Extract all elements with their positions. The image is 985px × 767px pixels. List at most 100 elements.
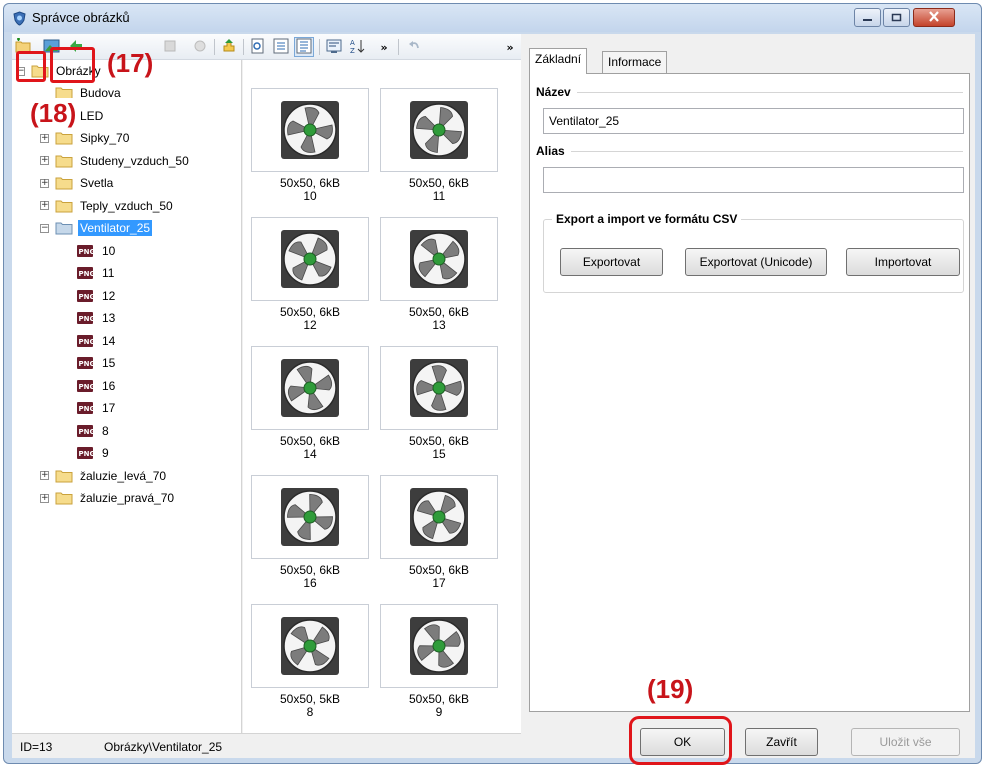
export-button[interactable]: Exportovat [560,248,663,276]
tree-folder-node[interactable]: + Studeny_vzduch_50 [40,151,191,171]
svg-text:PNG: PNG [79,360,95,368]
close-window-button[interactable] [913,8,955,27]
tree-file-node[interactable]: PNG 17 [76,398,117,418]
image-thumbnail[interactable]: 50x50, 6kB 13 [380,217,498,332]
expand-icon[interactable]: + [40,133,49,143]
minimize-button[interactable] [854,8,881,27]
tree-folder-node[interactable]: − Ventilator_25 [40,218,153,238]
close-icon [928,10,940,25]
properties-button[interactable] [324,37,344,57]
window-title: Správce obrázků [32,10,130,25]
title-bar[interactable]: Správce obrázků [4,4,981,32]
tree-file-node[interactable]: PNG 9 [76,443,111,463]
image-thumbnail[interactable]: 50x50, 5kB 8 [251,604,369,719]
tree-folder-node[interactable]: + Teply_vzduch_50 [40,196,175,216]
tree-file-node[interactable]: PNG 16 [76,376,117,396]
expand-icon[interactable]: + [40,201,49,210]
png-file-icon: PNG [76,289,95,303]
tree-file-node[interactable]: PNG 14 [76,331,117,351]
fan-image [380,217,498,301]
tree-file-node[interactable]: PNG 8 [76,421,111,441]
tree-file-node[interactable]: PNG 13 [76,308,117,328]
tree-folder-node[interactable]: + Sipky_70 [40,128,131,148]
close-button[interactable]: Zavřít [745,728,818,756]
tree-node-label: Sipky_70 [80,131,130,145]
toolbar-separator [243,39,244,55]
thumbnail-name: 15 [432,447,446,461]
expand-icon[interactable]: + [40,493,49,503]
svg-text:Z: Z [350,47,355,54]
folder-tree[interactable]: − Obrázky +Budova+LED+Sipky_70+Studeny_v… [12,60,242,733]
image-thumbnail[interactable]: 50x50, 6kB 14 [251,346,369,461]
svg-text:PNG: PNG [79,383,95,391]
tree-file-node[interactable]: PNG 10 [76,241,117,261]
svg-text:PNG: PNG [79,315,95,323]
collapse-icon[interactable]: − [40,223,49,233]
thumbnail-caption: 50x50, 6kB 9 [380,693,498,719]
tab-basic-label: Základní [535,52,582,66]
disabled-button-1[interactable] [160,37,180,57]
properties-icon [326,38,342,57]
image-thumbnail[interactable]: 50x50, 6kB 15 [380,346,498,461]
callout-18-label: (18) [30,98,77,129]
tree-folder-node[interactable]: + žaluzie_pravá_70 [40,488,176,508]
preview-button[interactable] [248,37,268,57]
name-label: Název [536,85,577,99]
tree-node-label: 17 [102,401,116,415]
svg-text:PNG: PNG [79,405,95,413]
sort-button[interactable]: AZ [347,37,367,57]
expand-icon[interactable]: + [40,471,49,480]
name-separator [538,92,963,93]
svg-text:PNG: PNG [79,248,95,256]
image-thumbnail[interactable]: 50x50, 6kB 9 [380,604,498,719]
tree-folder-node[interactable]: + Svetla [40,173,115,193]
thumbnail-name: 11 [432,189,446,203]
thumbnail-name: 13 [432,318,446,332]
thumbnail-caption: 50x50, 5kB 8 [251,693,369,719]
name-input-value: Ventilator_25 [549,114,620,128]
callout-17-box-a [16,51,46,82]
png-file-icon: PNG [76,334,95,348]
expand-icon[interactable]: + [40,178,49,188]
import-button-label: Importovat [874,255,932,269]
svg-text:PNG: PNG [79,293,95,301]
disabled-button-2[interactable] [190,37,210,57]
export-unicode-button[interactable]: Exportovat (Unicode) [685,248,827,276]
detail-view-button[interactable] [294,37,314,57]
tree-file-node[interactable]: PNG 15 [76,353,117,373]
maximize-button[interactable] [883,8,910,27]
expand-icon[interactable]: + [40,156,49,165]
import-button[interactable]: Importovat [846,248,960,276]
undo-icon [406,38,422,57]
undo-button[interactable] [404,37,424,57]
png-file-icon: PNG [76,266,95,280]
image-thumbnail[interactable]: 50x50, 6kB 12 [251,217,369,332]
save-all-button[interactable]: Uložit vše [851,728,960,756]
disabled-icon [192,38,208,57]
list-view-button[interactable] [271,37,291,57]
svg-text:PNG: PNG [79,428,95,436]
tree-file-node[interactable]: PNG 11 [76,263,116,283]
image-thumbnail[interactable]: 50x50, 6kB 11 [380,88,498,203]
upload-button[interactable] [219,37,239,57]
fan-image [251,88,369,172]
folder-icon [55,154,73,168]
image-thumbnail[interactable]: 50x50, 6kB 16 [251,475,369,590]
csv-group-title: Export a import ve formátu CSV [552,212,742,226]
png-file-icon: PNG [76,311,95,325]
alias-input[interactable] [543,167,964,193]
tree-node-label: 14 [102,333,116,348]
image-thumbnail[interactable]: 50x50, 6kB 10 [251,88,369,203]
tree-node-label: 13 [102,311,116,325]
image-thumbnail[interactable]: 50x50, 6kB 17 [380,475,498,590]
name-input[interactable]: Ventilator_25 [543,108,964,134]
tab-basic[interactable]: Základní [529,48,588,74]
toolbar-overflow-button-2[interactable]: » [500,37,520,57]
fan-image [380,475,498,559]
toolbar-overflow-button[interactable]: » [374,37,394,57]
image-gallery[interactable]: 50x50, 6kB 10 50x50, 6kB 11 50x50, 6kB 12 50x5… [243,60,521,733]
tree-folder-node[interactable]: + žaluzie_levá_70 [40,466,168,486]
tree-file-node[interactable]: PNG 12 [76,286,117,306]
tab-info[interactable]: Informace [602,51,668,73]
fan-image [380,88,498,172]
